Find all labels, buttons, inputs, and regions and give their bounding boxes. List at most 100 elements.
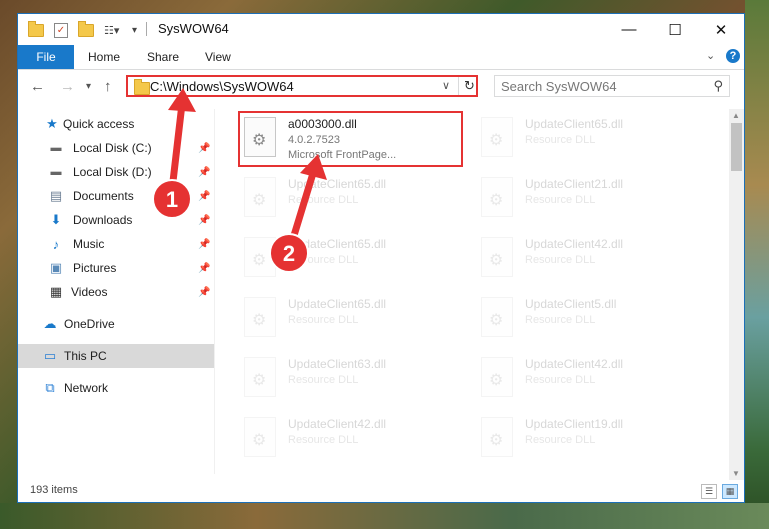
sidebar-item-videos[interactable]: ▦ Videos 📌 xyxy=(18,280,214,304)
navigation-pane: ★ Quick access ▬ Local Disk (C:) 📌 ▬ Loc… xyxy=(18,109,214,474)
tab-share[interactable]: Share xyxy=(147,45,179,69)
dll-file-icon: ⚙ xyxy=(244,297,276,337)
dll-file-icon: ⚙ xyxy=(481,357,513,397)
title-bar: ✓ ☷▾ ▾ SysWOW64 — ☐ ✕ xyxy=(18,14,744,45)
file-description: Resource DLL xyxy=(525,374,596,386)
sidebar-item-documents[interactable]: ▤ Documents 📌 xyxy=(18,184,214,208)
file-description: Resource DLL xyxy=(525,254,596,266)
drive-icon: ▬ xyxy=(50,142,62,154)
address-separator xyxy=(458,77,459,95)
sidebar-item-pictures[interactable]: ▣ Pictures 📌 xyxy=(18,256,214,280)
chevron-down-icon[interactable]: ∨ xyxy=(442,79,450,92)
file-tile[interactable]: ⚙ UpdateClient42.dll Resource DLL xyxy=(477,233,697,287)
dll-file-icon: ⚙ xyxy=(481,117,513,157)
dll-file-icon: ⚙ xyxy=(481,237,513,277)
pin-icon[interactable]: 📌 xyxy=(198,263,210,274)
scroll-up-icon[interactable]: ▲ xyxy=(732,111,740,120)
sidebar-item-this-pc[interactable]: ▭ This PC xyxy=(18,344,214,368)
sidebar-item-label: Network xyxy=(64,381,109,395)
file-name: UpdateClient65.dll xyxy=(525,117,624,131)
expand-ribbon-icon[interactable]: ⌄ xyxy=(706,49,715,62)
up-button[interactable]: ↑ xyxy=(104,78,112,95)
tab-view[interactable]: View xyxy=(205,45,231,69)
forward-button[interactable]: → xyxy=(60,78,75,95)
sidebar-item-label: Music xyxy=(73,237,105,251)
file-tile[interactable]: ⚙ UpdateClient63.dll Resource DLL xyxy=(240,353,460,407)
title-separator xyxy=(146,22,147,36)
file-name: UpdateClient19.dll xyxy=(525,417,624,431)
scroll-down-icon[interactable]: ▼ xyxy=(732,469,740,478)
close-button[interactable]: ✕ xyxy=(698,14,744,45)
tab-home[interactable]: Home xyxy=(88,45,120,69)
refresh-icon[interactable]: ↻ xyxy=(464,78,475,94)
details-view-icon[interactable]: ☰ xyxy=(701,484,717,499)
file-tile[interactable]: ⚙ UpdateClient65.dll Resource DLL xyxy=(240,293,460,347)
pin-icon[interactable]: 📌 xyxy=(198,215,210,226)
properties-icon[interactable]: ✓ xyxy=(54,22,68,38)
file-tile[interactable]: ⚙ UpdateClient65.dll Resource DLL xyxy=(240,173,460,227)
desktop-background-bottom xyxy=(0,503,769,529)
qat-dropdown-icon[interactable]: ▾ xyxy=(132,22,137,38)
computer-icon: ▭ xyxy=(43,348,57,363)
back-button[interactable]: ← xyxy=(30,78,45,95)
file-tile[interactable]: ⚙ UpdateClient42.dll Resource DLL xyxy=(477,353,697,407)
dll-file-icon: ⚙ xyxy=(244,117,276,157)
sidebar-item-music[interactable]: ♪ Music 📌 xyxy=(18,232,214,256)
file-description: Resource DLL xyxy=(525,314,596,326)
sidebar-item-label: Videos xyxy=(71,285,108,299)
sidebar-item-onedrive[interactable]: ☁ OneDrive xyxy=(18,312,214,336)
drive-icon: ▬ xyxy=(50,166,62,178)
file-description: Resource DLL xyxy=(288,434,359,446)
search-placeholder: Search SysWOW64 xyxy=(501,79,617,94)
file-tile[interactable]: ⚙ UpdateClient65.dll Resource DLL xyxy=(477,113,697,167)
file-tile[interactable]: ⚙ UpdateClient42.dll Resource DLL xyxy=(240,413,460,467)
help-icon[interactable]: ? xyxy=(726,49,740,63)
window-title: SysWOW64 xyxy=(158,21,229,36)
status-bar: 193 items ☰ ▦ xyxy=(18,481,744,502)
file-description: Resource DLL xyxy=(288,254,359,266)
file-name: UpdateClient42.dll xyxy=(288,417,387,431)
music-icon: ♪ xyxy=(52,236,60,252)
sidebar-item-label: OneDrive xyxy=(64,317,115,331)
scrollbar-thumb[interactable] xyxy=(731,123,742,171)
tab-file[interactable]: File xyxy=(18,45,74,69)
recent-locations-icon[interactable]: ▾ xyxy=(86,81,91,92)
pin-icon[interactable]: 📌 xyxy=(198,167,210,178)
file-tile[interactable]: ⚙ UpdateClient21.dll Resource DLL xyxy=(477,173,697,227)
sidebar-item-local-disk-c[interactable]: ▬ Local Disk (C:) 📌 xyxy=(18,136,214,160)
address-bar[interactable]: C:\Windows\SysWOW64 ∨ ↻ xyxy=(126,75,478,97)
item-count: 193 items xyxy=(30,484,78,496)
file-explorer-window: ✓ ☷▾ ▾ SysWOW64 — ☐ ✕ File Home Share Vi… xyxy=(17,13,745,503)
folder-icon xyxy=(134,79,150,95)
sidebar-item-quick-access[interactable]: ★ Quick access xyxy=(18,112,214,136)
file-tile-a0003000[interactable]: ⚙ a0003000.dll 4.0.2.7523 Microsoft Fron… xyxy=(240,113,460,167)
file-description: Resource DLL xyxy=(525,434,596,446)
sidebar-item-label: Local Disk (D:) xyxy=(73,165,152,179)
file-name: UpdateClient65.dll xyxy=(288,297,387,311)
pin-icon[interactable]: 📌 xyxy=(198,143,210,154)
dll-file-icon: ⚙ xyxy=(481,297,513,337)
dll-file-icon: ⚙ xyxy=(244,417,276,457)
minimize-button[interactable]: — xyxy=(606,14,652,45)
file-version: 4.0.2.7523 xyxy=(288,134,340,146)
search-input[interactable]: Search SysWOW64 ⚲ xyxy=(494,75,730,97)
sidebar-item-label: Downloads xyxy=(73,213,133,227)
vertical-scrollbar[interactable]: ▲ ▼ xyxy=(729,109,744,480)
sidebar-item-network[interactable]: ⧉ Network xyxy=(18,376,214,400)
pin-icon[interactable]: 📌 xyxy=(198,239,210,250)
tiles-view-icon[interactable]: ▦ xyxy=(722,484,738,499)
sidebar-item-downloads[interactable]: ⬇ Downloads 📌 xyxy=(18,208,214,232)
search-icon[interactable]: ⚲ xyxy=(713,78,723,94)
new-folder-icon[interactable] xyxy=(78,20,94,38)
pin-icon[interactable]: 📌 xyxy=(198,287,210,298)
star-icon: ★ xyxy=(46,116,58,131)
pin-icon[interactable]: 📌 xyxy=(198,191,210,202)
folder-icon xyxy=(28,20,44,38)
file-tile[interactable]: ⚙ UpdateClient5.dll Resource DLL xyxy=(477,293,697,347)
customize-qat-icon[interactable]: ☷▾ xyxy=(104,22,119,38)
maximize-button[interactable]: ☐ xyxy=(652,14,698,45)
file-tile[interactable]: ⚙ UpdateClient19.dll Resource DLL xyxy=(477,413,697,467)
file-tile[interactable]: ⚙ UpdateClient65.dll Resource DLL xyxy=(240,233,460,287)
sidebar-item-local-disk-d[interactable]: ▬ Local Disk (D:) 📌 xyxy=(18,160,214,184)
pictures-icon: ▣ xyxy=(49,260,63,275)
